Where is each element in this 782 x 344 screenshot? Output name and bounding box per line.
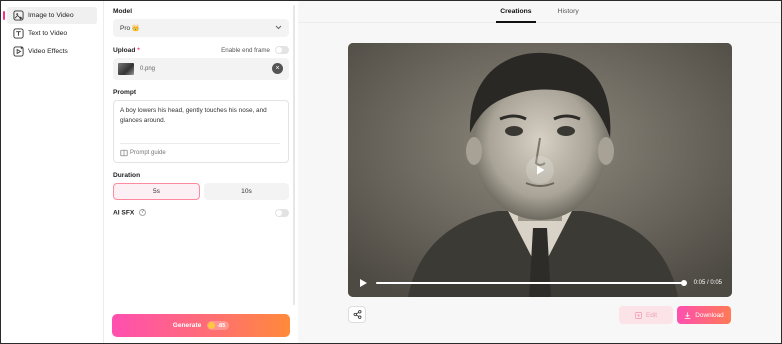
ai-sfx-row: AI SFX ? bbox=[113, 209, 289, 217]
prompt-guide-label: Prompt guide bbox=[130, 150, 166, 156]
sidebar: Image to Video Text to Video Video Effec… bbox=[1, 1, 104, 343]
prompt-text: A boy lowers his head, gently touches hi… bbox=[120, 107, 267, 124]
book-icon bbox=[120, 149, 128, 157]
video-time: 0:05 / 0:05 bbox=[693, 280, 722, 286]
download-label: Download bbox=[695, 311, 724, 319]
sidebar-item-label: Image to Video bbox=[28, 12, 74, 19]
edit-icon bbox=[635, 311, 642, 319]
sidebar-item-text-to-video[interactable]: Text to Video bbox=[7, 25, 97, 42]
ai-sfx-toggle[interactable] bbox=[275, 209, 289, 217]
info-icon[interactable]: ? bbox=[139, 209, 147, 217]
end-frame-label: Enable end frame bbox=[221, 46, 270, 54]
close-icon[interactable]: × bbox=[272, 63, 283, 74]
prompt-label: Prompt bbox=[113, 89, 137, 96]
video-progress-bar[interactable] bbox=[376, 280, 687, 286]
generate-button[interactable]: Generate -85 bbox=[112, 314, 290, 337]
prompt-guide-link[interactable]: Prompt guide bbox=[120, 143, 280, 157]
upload-box[interactable]: 0.png × bbox=[113, 58, 289, 80]
upload-filename: 0.png bbox=[140, 66, 156, 72]
share-icon bbox=[353, 310, 361, 319]
play-icon[interactable] bbox=[358, 278, 368, 288]
video-progress-fill bbox=[376, 282, 684, 284]
coin-icon bbox=[208, 322, 216, 329]
download-button[interactable]: Download bbox=[677, 306, 731, 324]
credit-cost: -85 bbox=[217, 322, 226, 329]
video-effects-icon bbox=[13, 46, 24, 57]
settings-scroll-area: Model Pro 👑 Upload * Enable end frame 0.… bbox=[105, 1, 297, 306]
end-frame-toggle[interactable] bbox=[275, 46, 289, 54]
duration-option-5s[interactable]: 5s bbox=[113, 183, 200, 200]
tab-bar: Creations History bbox=[298, 1, 781, 23]
edit-button[interactable]: Edit bbox=[619, 306, 673, 324]
chevron-down-icon bbox=[275, 25, 282, 32]
prompt-textarea[interactable]: A boy lowers his head, gently touches hi… bbox=[113, 100, 289, 163]
model-value: Pro 👑 bbox=[120, 25, 141, 32]
video-player[interactable]: 0:05 / 0:05 bbox=[348, 43, 732, 297]
video-progress-handle[interactable] bbox=[680, 280, 687, 286]
duration-label: Duration bbox=[113, 172, 141, 179]
play-icon bbox=[537, 165, 545, 175]
model-select[interactable]: Pro 👑 bbox=[113, 19, 289, 37]
duration-option-10s[interactable]: 10s bbox=[204, 183, 289, 200]
ai-sfx-label: AI SFX bbox=[113, 209, 135, 217]
share-button[interactable] bbox=[348, 306, 366, 323]
sidebar-item-label: Video Effects bbox=[28, 48, 68, 55]
image-video-icon bbox=[13, 10, 24, 21]
panel-scrollbar[interactable] bbox=[293, 5, 295, 305]
play-button-center[interactable] bbox=[526, 156, 554, 184]
tab-history[interactable]: History bbox=[554, 1, 583, 23]
model-label: Model bbox=[113, 8, 133, 15]
generate-area: Generate -85 bbox=[112, 314, 290, 337]
credit-cost-badge: -85 bbox=[207, 321, 230, 330]
sidebar-item-image-to-video[interactable]: Image to Video bbox=[3, 7, 97, 24]
duration-options: 5s 10s bbox=[113, 183, 289, 200]
sidebar-item-video-effects[interactable]: Video Effects bbox=[7, 43, 97, 60]
upload-header: Upload * Enable end frame bbox=[113, 46, 289, 54]
required-marker: * bbox=[137, 46, 140, 54]
upload-thumbnail bbox=[118, 63, 134, 75]
main-area: Creations History 0:05 / 0:05 Edit Downl… bbox=[298, 1, 781, 343]
download-icon bbox=[684, 311, 691, 319]
settings-panel: Model Pro 👑 Upload * Enable end frame 0.… bbox=[105, 1, 297, 343]
video-controls: 0:05 / 0:05 bbox=[348, 269, 732, 297]
generate-label: Generate bbox=[172, 322, 202, 329]
edit-label: Edit bbox=[645, 311, 657, 319]
upload-label: Upload bbox=[113, 46, 136, 54]
text-video-icon bbox=[13, 28, 24, 39]
tab-creations[interactable]: Creations bbox=[496, 1, 536, 23]
sidebar-item-label: Text to Video bbox=[28, 30, 68, 37]
